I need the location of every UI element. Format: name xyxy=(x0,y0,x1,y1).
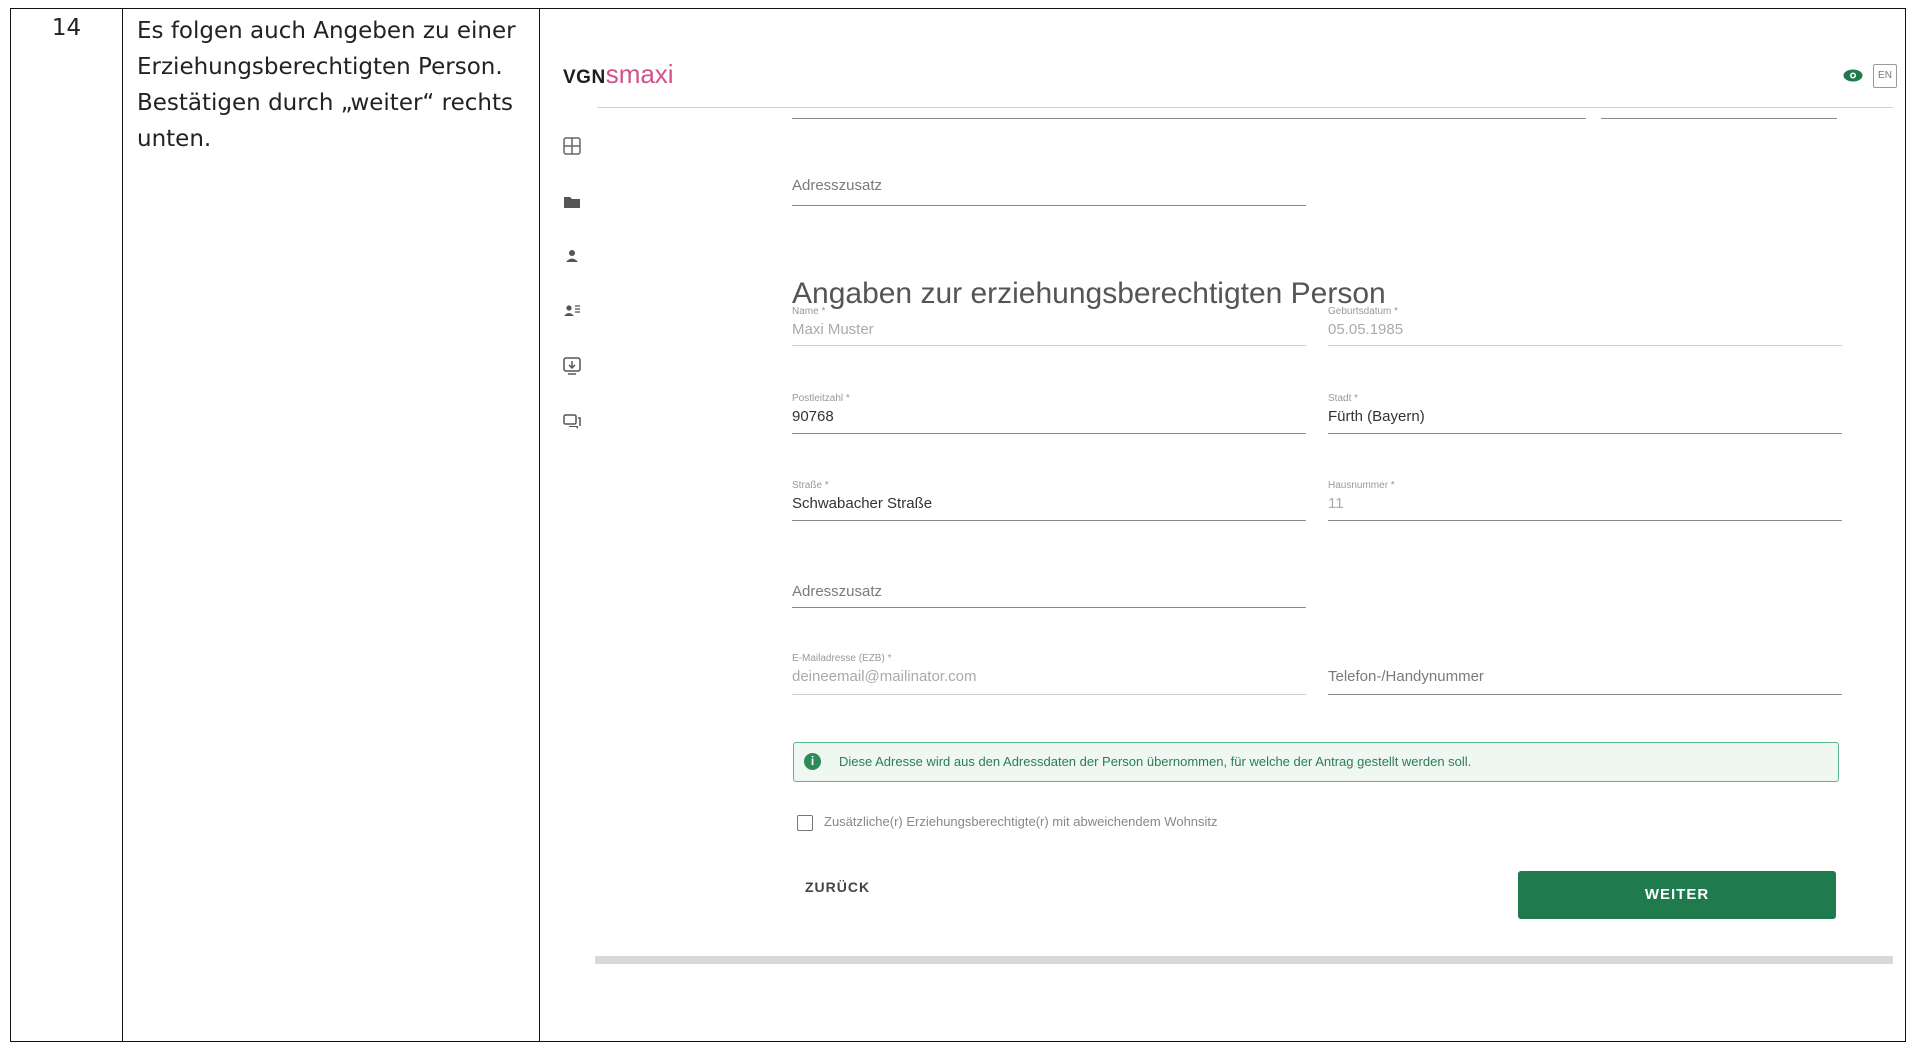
info-icon: i xyxy=(804,753,821,770)
street-label: Straße * xyxy=(792,480,829,491)
name-field[interactable]: Name * Maxi Muster xyxy=(792,306,1306,346)
step-description-cell: Es folgen auch Angeben zu einer Erziehun… xyxy=(122,8,540,1042)
logo-vgn: VGN xyxy=(563,67,606,88)
info-text: Diese Adresse wird aus den Adressdaten d… xyxy=(839,754,1472,769)
language-switch-button[interactable]: EN xyxy=(1873,64,1897,88)
person-list-icon[interactable] xyxy=(561,300,583,322)
email-label: E-Mailadresse (EZB) * xyxy=(792,653,892,664)
step-number: 14 xyxy=(51,15,82,41)
cutoff-field-right xyxy=(1601,109,1837,119)
email-value: deineemail@mailinator.com xyxy=(792,668,977,685)
house-number-label: Hausnummer * xyxy=(1328,480,1395,491)
address-extra-placeholder: Adresszusatz xyxy=(792,583,883,600)
birthdate-label: Geburtsdatum * xyxy=(1328,306,1399,317)
step-number-cell: 14 xyxy=(10,8,123,1042)
name-label: Name * xyxy=(792,306,826,317)
info-box: i Diese Adresse wird aus den Adressdaten… xyxy=(793,742,1839,782)
vgn-smaxi-logo[interactable]: VGNsmaxi xyxy=(563,59,674,90)
birthdate-field[interactable]: Geburtsdatum * 05.05.1985 xyxy=(1328,306,1842,346)
bottom-scrollbar[interactable] xyxy=(595,956,1893,964)
birthdate-value: 05.05.1985 xyxy=(1328,321,1404,338)
city-label: Stadt * xyxy=(1328,393,1359,404)
phone-placeholder: Telefon-/Handynummer xyxy=(1328,668,1484,685)
phone-field[interactable]: Telefon-/Handynummer xyxy=(1328,658,1842,695)
postal-code-value: 90768 xyxy=(792,408,834,425)
additional-guardian-label[interactable]: Zusätzliche(r) Erziehungsberechtigte(r) … xyxy=(824,814,1218,829)
logo-smaxi: smaxi xyxy=(605,59,674,89)
email-field[interactable]: E-Mailadresse (EZB) * deineemail@mailina… xyxy=(792,653,1306,695)
street-value: Schwabacher Straße xyxy=(792,495,933,512)
app-screenshot: VGNsmaxi EN Adresszusatz Angaben zur erz… xyxy=(540,9,1905,1041)
city-value: Fürth (Bayern) xyxy=(1328,408,1425,425)
address-extra-field[interactable]: Adresszusatz xyxy=(792,573,1306,608)
eye-icon[interactable] xyxy=(1843,69,1863,82)
instruction-table: 14 Es folgen auch Angeben zu einer Erzie… xyxy=(10,8,1906,1042)
dashboard-icon[interactable] xyxy=(561,135,583,157)
name-value: Maxi Muster xyxy=(792,321,874,338)
header-divider xyxy=(597,107,1893,108)
person-icon[interactable] xyxy=(561,245,583,267)
folder-icon[interactable] xyxy=(561,190,583,212)
chat-icon[interactable] xyxy=(561,410,583,432)
house-number-field[interactable]: Hausnummer * 11 xyxy=(1328,480,1842,521)
address-extra-top-placeholder: Adresszusatz xyxy=(792,177,883,194)
postal-code-label: Postleitzahl * xyxy=(792,393,850,404)
city-field[interactable]: Stadt * Fürth (Bayern) xyxy=(1328,393,1842,434)
house-number-value: 11 xyxy=(1328,495,1344,512)
step-description: Es folgen auch Angeben zu einer Erziehun… xyxy=(137,18,516,152)
cutoff-field-left xyxy=(792,109,1586,119)
additional-guardian-checkbox[interactable] xyxy=(797,815,813,831)
next-button[interactable]: WEITER xyxy=(1518,871,1836,919)
download-icon[interactable] xyxy=(561,355,583,377)
address-extra-top-field[interactable]: Adresszusatz xyxy=(792,167,1306,206)
back-button[interactable]: ZURÜCK xyxy=(805,879,870,895)
street-field[interactable]: Straße * Schwabacher Straße xyxy=(792,480,1306,521)
postal-code-field[interactable]: Postleitzahl * 90768 xyxy=(792,393,1306,434)
screenshot-cell: VGNsmaxi EN Adresszusatz Angaben zur erz… xyxy=(539,8,1906,1042)
